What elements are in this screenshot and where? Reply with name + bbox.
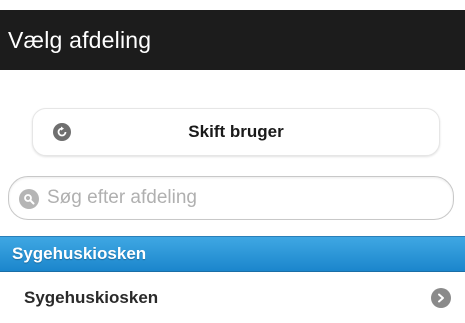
app-screen: Vælg afdeling Skift bruger Sygehuskioske… [0, 0, 465, 323]
chevron-right-icon [431, 288, 451, 308]
switch-user-button[interactable]: Skift bruger [32, 108, 440, 156]
list-item-label: Sygehuskiosken [24, 287, 159, 307]
switch-user-label: Skift bruger [188, 122, 284, 141]
search-box[interactable] [8, 176, 454, 220]
list-divider: Sygehuskiosken [0, 236, 465, 272]
header-bar: Vælg afdeling [0, 10, 465, 70]
list-divider-label: Sygehuskiosken [12, 244, 147, 263]
search-input[interactable] [47, 183, 437, 213]
list-item[interactable]: Sygehuskiosken [0, 272, 465, 323]
refresh-icon [53, 123, 71, 141]
page-title: Vælg afdeling [8, 26, 152, 53]
search-icon [19, 189, 39, 209]
